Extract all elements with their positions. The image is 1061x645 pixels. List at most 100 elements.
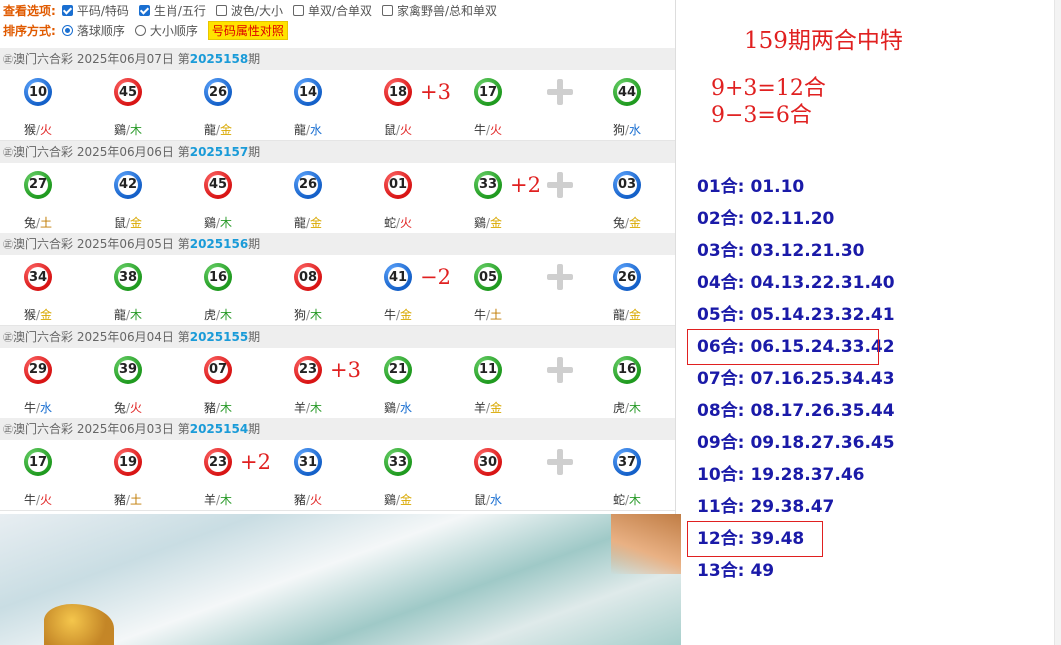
draw-results-panel: 查看选项: 平码/特码 生肖/五行 波色/大小 单双/合单双 家禽野兽/总和单双 排序方…	[0, 0, 676, 514]
number-ball: 08	[294, 263, 322, 291]
five-element: 水	[400, 400, 413, 415]
zodiac-element: 猴/火	[8, 121, 68, 138]
ball-number: 39	[118, 362, 138, 377]
offset-annotation: +2	[240, 450, 271, 474]
combination-row: 07合: 07.16.25.34.43	[697, 365, 895, 393]
zodiac-element: 蛇/火	[368, 214, 428, 231]
view-option-label: 家禽野兽/总和单双	[397, 3, 498, 18]
five-element: 木	[130, 308, 143, 322]
page-scrollbar[interactable]	[1054, 0, 1061, 645]
ball-number: 23	[298, 362, 318, 377]
number-balls-row: 27 42 45 26 01 33 03 +2	[0, 163, 675, 211]
zodiac-element: 鼠/水	[458, 491, 518, 508]
five-element: 木	[629, 400, 642, 415]
zodiac-element: 豬/木	[188, 399, 248, 416]
plus-icon	[547, 171, 573, 198]
draw-header: ㊣澳门六合彩 2025年06月05日 第2025156期	[0, 233, 675, 255]
zodiac-element: 猴/金	[8, 306, 68, 323]
five-element: 木	[310, 308, 323, 322]
five-element: 火	[490, 123, 503, 137]
view-option-2[interactable]: 波色/大小	[215, 2, 283, 19]
zodiac-sign: 鷄	[383, 400, 396, 415]
plus-icon	[547, 356, 573, 383]
view-option-0[interactable]: 平码/特码	[61, 2, 129, 19]
radio-button[interactable]	[134, 24, 146, 36]
number-ball: 45	[204, 170, 232, 199]
sort-option-label: 落球顺序	[76, 23, 125, 38]
checkbox[interactable]	[292, 4, 304, 16]
five-element: 木	[130, 123, 143, 137]
combination-label: 04合:	[697, 273, 745, 293]
zodiac-sign: 兔	[23, 215, 36, 230]
draw-issue-number: 2025158	[189, 52, 249, 66]
attribute-table-button[interactable]: 号码属性对照	[207, 20, 288, 40]
ball-number: 01	[388, 177, 408, 192]
draw-issue-suffix: 期	[248, 52, 261, 66]
view-options-label: 查看选项:	[3, 3, 56, 18]
view-option-3[interactable]: 单双/合单双	[292, 2, 372, 19]
zodiac-element: 鷄/金	[368, 491, 428, 508]
view-option-4[interactable]: 家禽野兽/总和单双	[382, 2, 497, 19]
sort-option-0[interactable]: 落球顺序	[61, 22, 125, 39]
zodiac-sign: 龍	[203, 123, 216, 137]
combination-numbers: 19.28.37.46	[750, 465, 865, 485]
checkbox[interactable]	[382, 4, 393, 16]
calc-line-2: 9−3=6合	[711, 103, 812, 128]
five-element: 水	[40, 400, 53, 415]
view-option-label: 单双/合单双	[307, 3, 372, 18]
number-ball: 34	[24, 263, 52, 291]
draw-issue-number: 2025156	[189, 237, 249, 251]
sort-options-row: 排序方式: 落球顺序 大小顺序 号码属性对照	[3, 20, 288, 40]
number-ball: 30	[474, 448, 502, 476]
ball-number: 19	[118, 454, 138, 470]
clock-icon: ㊣	[3, 425, 13, 436]
checkbox[interactable]	[61, 4, 73, 16]
draw-record: ㊣澳门六合彩 2025年06月07日 第2025158期 10 45 26 14 18 17…	[0, 48, 675, 141]
five-element: 土	[490, 308, 503, 322]
zodiac-element: 豬/土	[98, 491, 158, 508]
sort-options-label: 排序方式:	[3, 23, 56, 38]
draw-header: ㊣澳门六合彩 2025年06月03日 第2025154期	[0, 418, 675, 440]
five-element: 金	[40, 308, 53, 322]
five-element: 金	[490, 215, 503, 230]
radio-button[interactable]	[61, 24, 73, 36]
combination-numbers: 03.12.21.30	[750, 241, 865, 261]
combination-row: 03合: 03.12.21.30	[697, 237, 864, 265]
five-element: 土	[130, 493, 143, 507]
combination-numbers: 49	[750, 561, 775, 581]
zodiac-sign: 龍	[293, 123, 306, 137]
sort-option-1[interactable]: 大小顺序	[134, 22, 198, 39]
ball-number: 33	[388, 454, 408, 470]
zodiac-sign: 狗	[612, 123, 625, 137]
plus-icon	[547, 264, 573, 290]
five-element: 金	[220, 123, 233, 137]
checkbox[interactable]	[138, 4, 150, 16]
view-option-1[interactable]: 生肖/五行	[138, 2, 206, 19]
five-element: 木	[220, 215, 233, 230]
view-options-row: 查看选项: 平码/特码 生肖/五行 波色/大小 单双/合单双 家禽野兽/总和单双	[3, 1, 507, 19]
zodiac-sign: 猴	[23, 308, 36, 322]
zodiac-element: 牛/水	[8, 399, 68, 416]
number-ball: 11	[474, 355, 502, 384]
zodiac-sign: 豬	[293, 493, 306, 507]
zodiac-sign: 牛	[23, 400, 36, 415]
checkbox[interactable]	[215, 4, 227, 16]
combination-row: 10合: 19.28.37.46	[697, 461, 864, 489]
number-ball: 19	[114, 448, 142, 476]
zodiac-sign: 牛	[473, 123, 486, 137]
zodiac-sign: 龍	[113, 308, 126, 322]
number-ball: 23	[204, 448, 232, 476]
zodiac-row: 兔/土 鼠/金 鷄/木 龍/金 蛇/火 鷄/金 兔/金	[0, 211, 675, 234]
ball-number: 41	[388, 269, 408, 285]
zodiac-sign: 鼠	[113, 215, 126, 230]
draw-issue-suffix: 期	[248, 329, 261, 344]
number-ball: 17	[474, 78, 502, 106]
five-element: 水	[490, 493, 503, 507]
zodiac-sign: 虎	[612, 400, 625, 415]
ball-number: 17	[478, 84, 498, 100]
ball-number: 16	[617, 362, 637, 377]
zodiac-element: 鼠/火	[368, 121, 428, 138]
draw-header: ㊣澳门六合彩 2025年06月04日 第2025155期	[0, 325, 675, 348]
zodiac-sign: 虎	[203, 308, 216, 322]
number-ball: 03	[613, 170, 641, 199]
